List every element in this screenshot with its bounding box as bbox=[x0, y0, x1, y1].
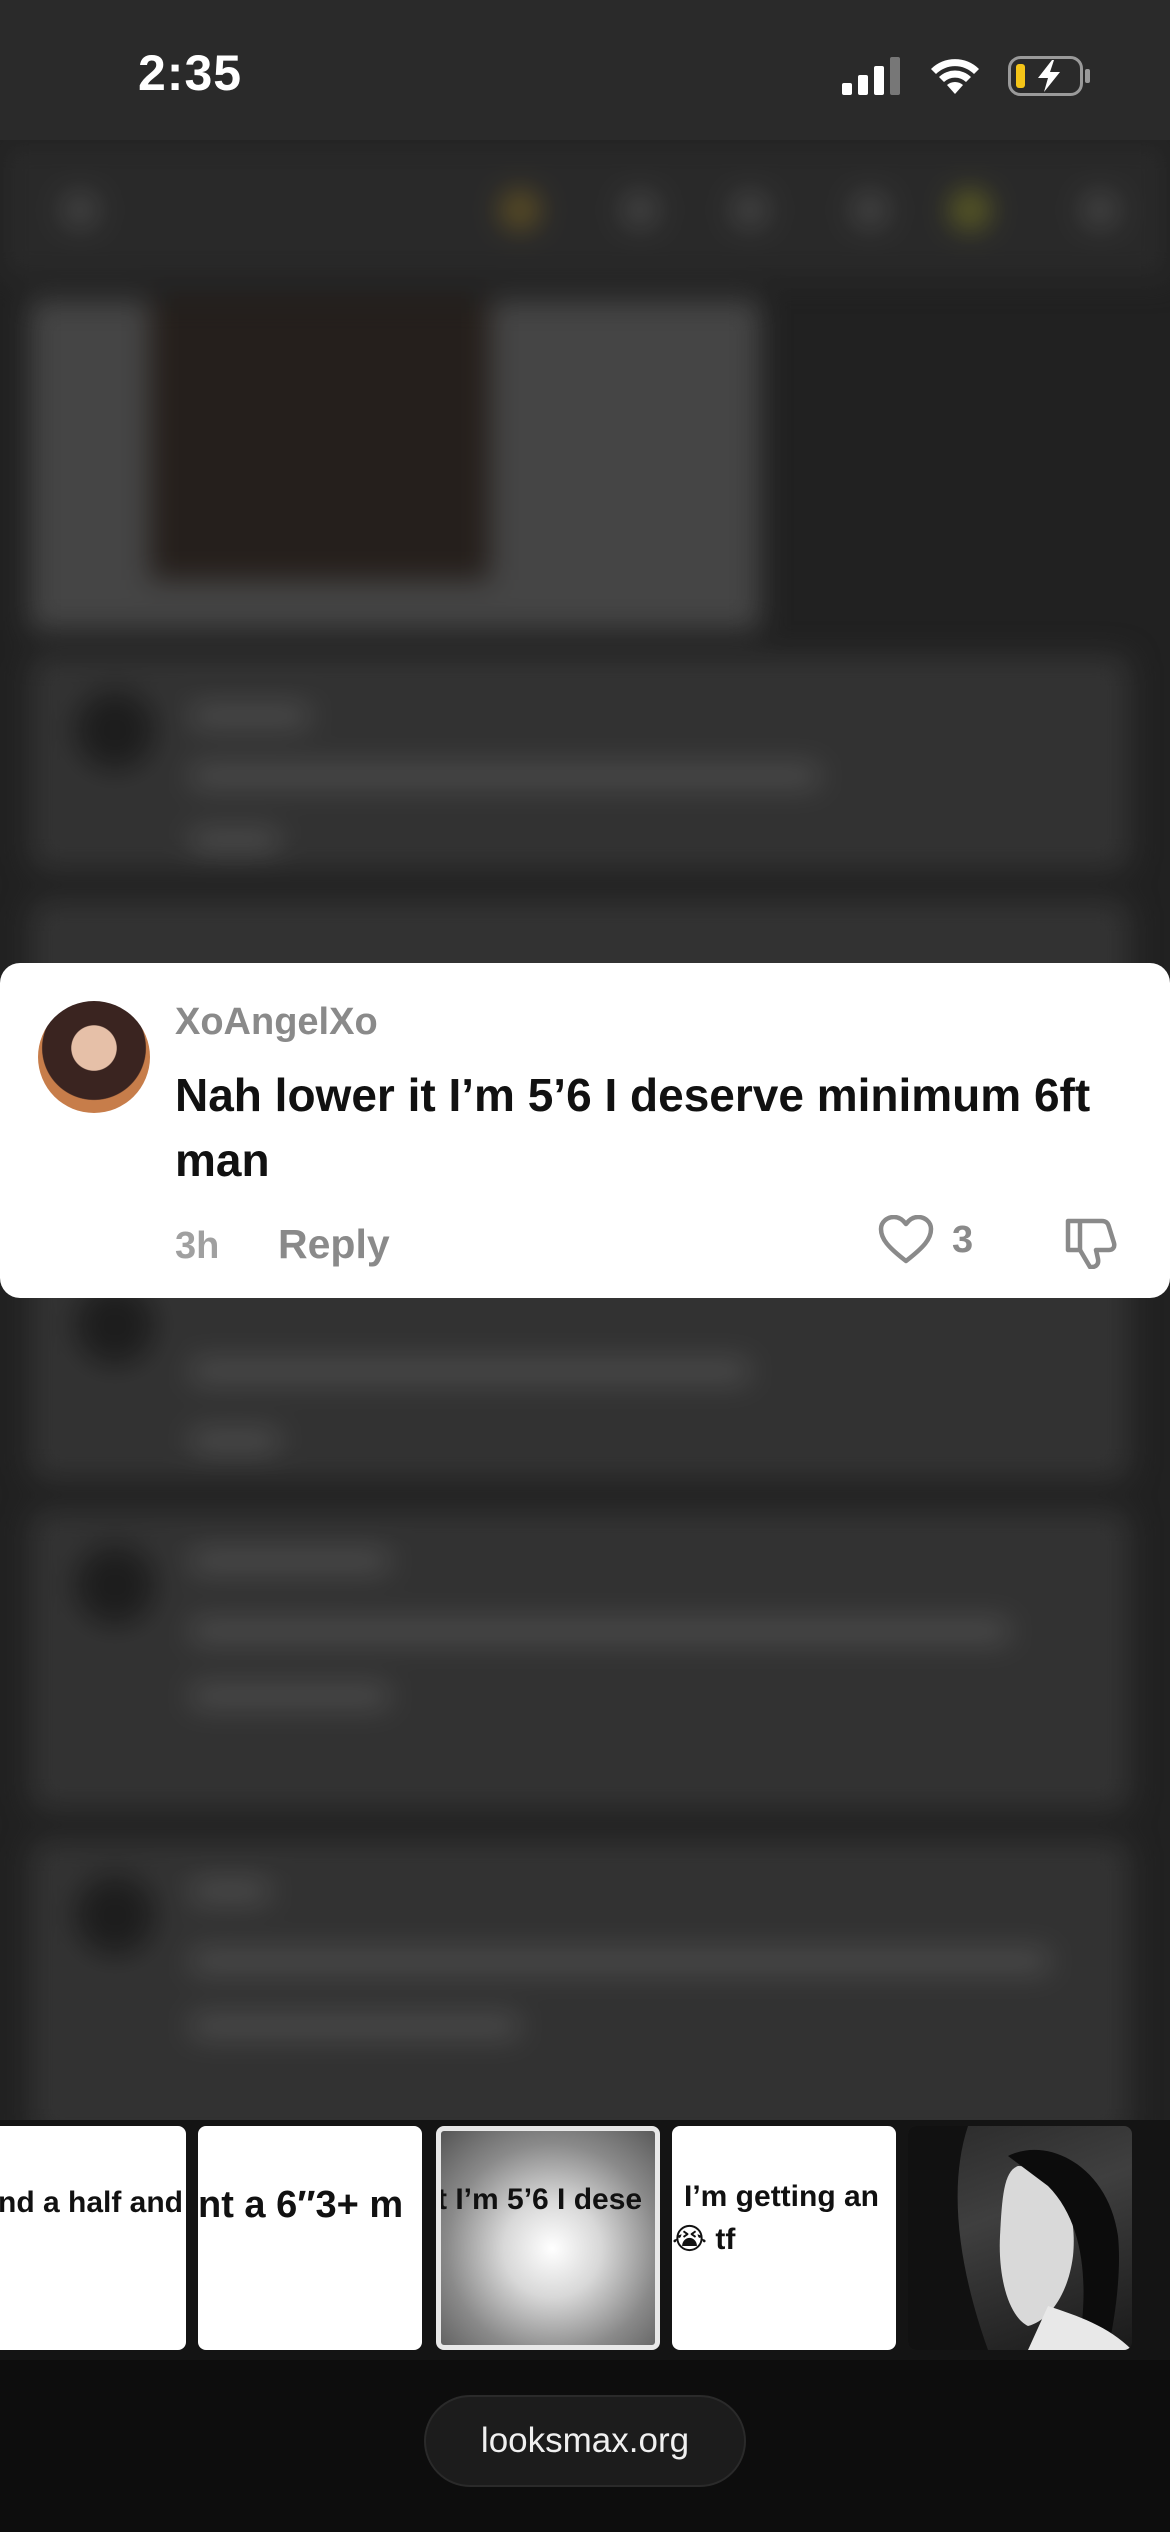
heart-icon bbox=[878, 1215, 934, 1264]
thumbnail-text: t I’m 5’6 I dese bbox=[437, 2183, 643, 2216]
crying-emoji: 😭 bbox=[672, 2223, 708, 2256]
status-icons bbox=[842, 54, 1092, 98]
dislike-button[interactable] bbox=[1064, 1215, 1120, 1274]
thumbnail-text-line2: 😭 tf bbox=[672, 2222, 735, 2257]
comment-username[interactable]: XoAngelXo bbox=[175, 1001, 378, 1044]
status-time: 2:35 bbox=[138, 45, 243, 101]
thumbnail-text: nt a 6″3+ m bbox=[198, 2184, 404, 2226]
user-avatar[interactable] bbox=[38, 1001, 150, 1113]
signal-icon bbox=[842, 57, 900, 95]
illustration-image bbox=[908, 2126, 1132, 2350]
thumbs-down-icon bbox=[1065, 1218, 1117, 1270]
status-bar: 2:35 bbox=[0, 0, 1170, 140]
thumbnail-text: nd a half and bbox=[0, 2186, 184, 2219]
url-pill[interactable]: looksmax.org bbox=[424, 2395, 746, 2487]
thumbnail[interactable]: I’m getting an 😭 tf bbox=[672, 2126, 896, 2350]
wifi-icon bbox=[931, 59, 979, 94]
reply-button[interactable]: Reply bbox=[278, 1221, 390, 1268]
comment-time: 3h bbox=[175, 1225, 220, 1267]
thumbnail-text: I’m getting an bbox=[684, 2180, 879, 2213]
comment-text: Nah lower it I’m 5’6 I deserve minimum 6… bbox=[175, 1069, 1091, 1186]
comment-card: XoAngelXo Nah lower it I’m 5’6 I deserve… bbox=[0, 963, 1170, 1298]
like-count: 3 bbox=[952, 1218, 974, 1261]
thumbnail-text: tf bbox=[715, 2223, 736, 2256]
like-button[interactable]: 3 bbox=[878, 1215, 973, 1265]
thumbnail-active[interactable]: t I’m 5’6 I dese bbox=[436, 2126, 660, 2350]
thumbnail[interactable]: nt a 6″3+ m bbox=[198, 2126, 422, 2350]
thumbnail-strip: nd a half and nt a 6″3+ m t I’m 5’6 I de… bbox=[0, 2120, 1170, 2360]
battery-charging-icon bbox=[1008, 56, 1090, 96]
thumbnail[interactable]: nd a half and bbox=[0, 2126, 186, 2350]
thumbnail-image[interactable] bbox=[908, 2126, 1132, 2350]
bottom-url-bar: looksmax.org bbox=[0, 2360, 1170, 2532]
